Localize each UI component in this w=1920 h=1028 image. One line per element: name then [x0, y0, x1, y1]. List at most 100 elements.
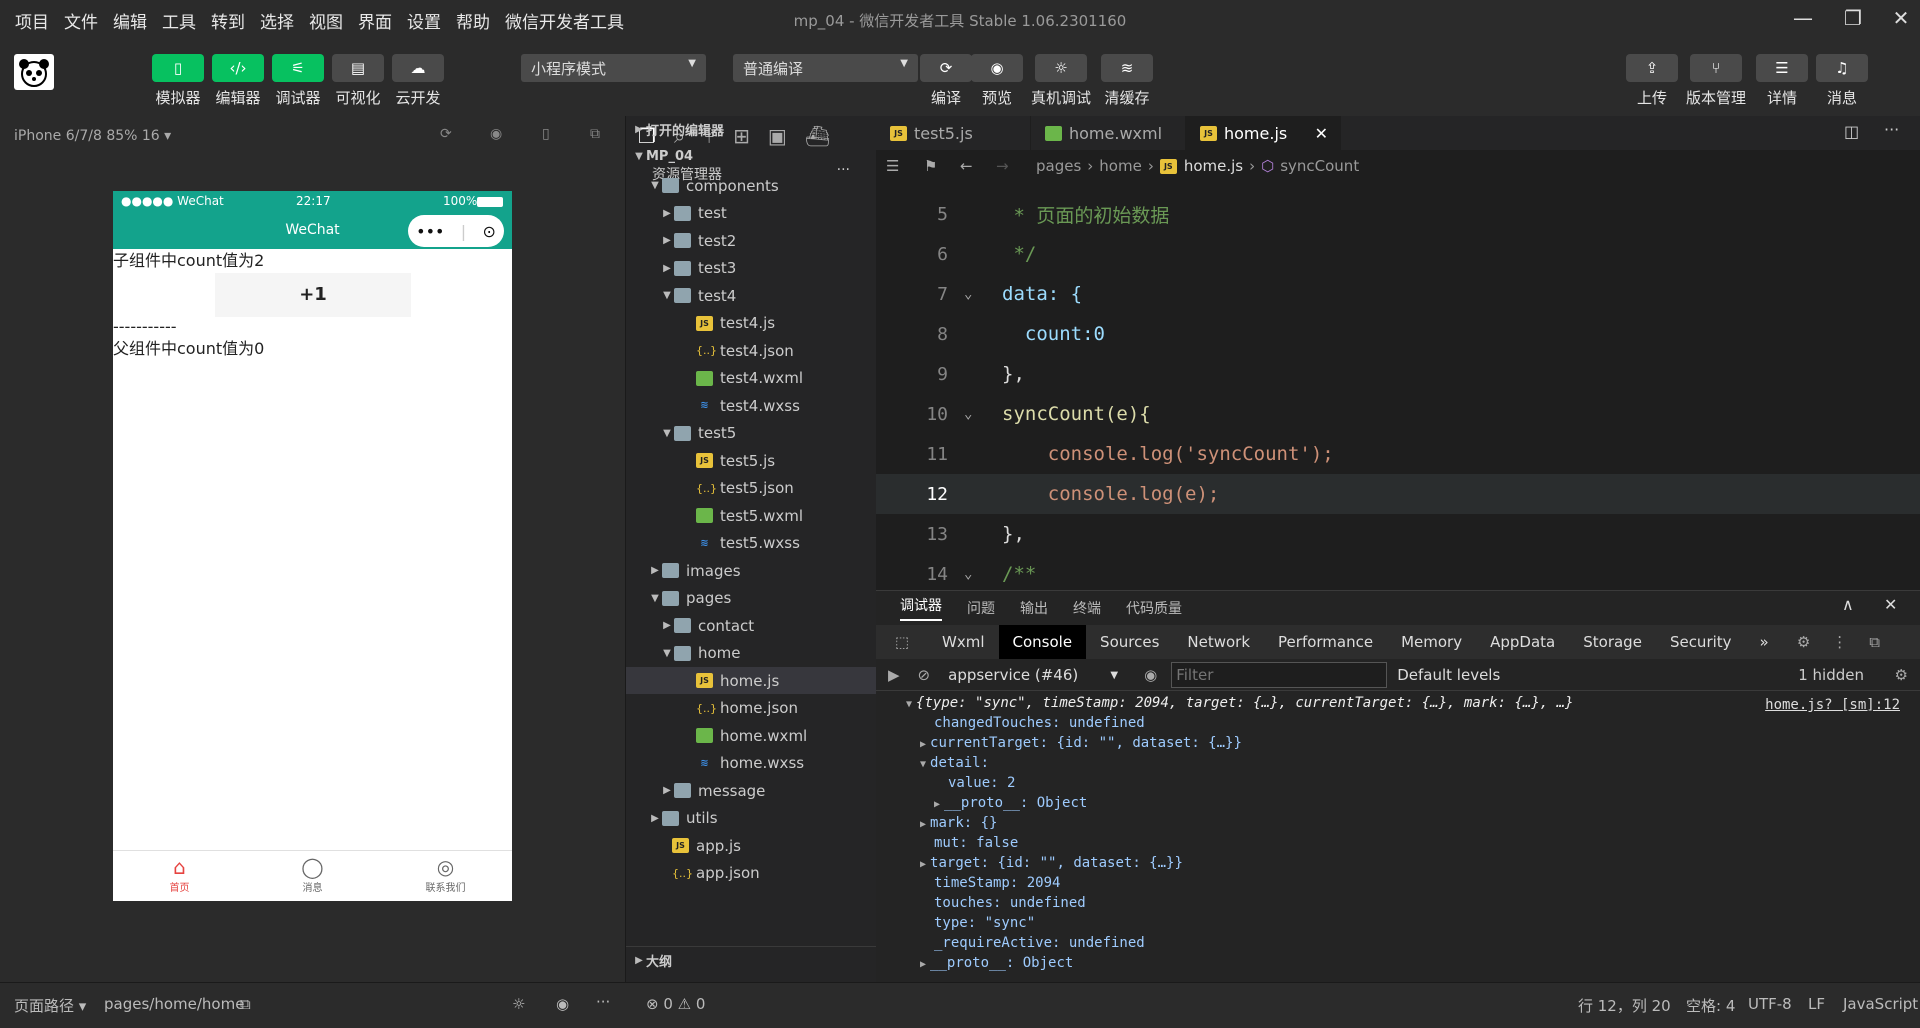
- code-line[interactable]: 6 */: [876, 234, 1920, 274]
- bookmark-icon[interactable]: ⚑: [924, 157, 937, 175]
- avatar[interactable]: [14, 54, 54, 90]
- folder-item[interactable]: ▼ test4: [626, 282, 876, 309]
- levels-select[interactable]: Default levels: [1397, 666, 1500, 684]
- more-tabs-icon[interactable]: »: [1746, 625, 1783, 659]
- editor-tab[interactable]: JS home.js ✕: [1186, 116, 1341, 150]
- plus-one-button[interactable]: +1: [215, 273, 411, 317]
- code-line[interactable]: 10 syncCount(e){⌄: [876, 394, 1920, 434]
- eol[interactable]: LF: [1808, 995, 1825, 1013]
- device-select[interactable]: iPhone 6/7/8 85% 16 ▾: [14, 128, 171, 144]
- capsule-menu[interactable]: ••• | ⊙: [408, 215, 504, 247]
- file-item[interactable]: test4.wxml: [626, 365, 876, 392]
- source-link[interactable]: home.js? [sm]:12: [1765, 697, 1900, 717]
- toolbar-button-debug[interactable]: ⚟ 调试器: [266, 54, 330, 108]
- code-line[interactable]: 7 data: {⌄: [876, 274, 1920, 314]
- problems-count[interactable]: ⊗ 0 ⚠ 0: [646, 995, 705, 1013]
- file-item[interactable]: ≋ test5.wxss: [626, 530, 876, 557]
- stop-icon[interactable]: ◉: [490, 126, 502, 142]
- eye-icon[interactable]: ◉: [1144, 666, 1157, 684]
- file-item[interactable]: JS home.js: [626, 667, 876, 694]
- log-line[interactable]: ▶ target: {id: "", dataset: {…}}: [920, 855, 1183, 875]
- open-editors-section[interactable]: ▶ 打开的编辑器: [626, 116, 876, 143]
- clear-icon[interactable]: ⊘: [918, 666, 931, 684]
- code-line[interactable]: 4/: [876, 182, 1920, 194]
- console-tab[interactable]: AppData: [1476, 625, 1569, 659]
- back-icon[interactable]: ←: [960, 157, 973, 175]
- collapse-icon[interactable]: ∧: [1842, 595, 1854, 614]
- minimize-icon[interactable]: —: [1788, 6, 1818, 34]
- file-item[interactable]: {..} app.json: [626, 860, 876, 887]
- log-line[interactable]: ▶ currentTarget: {id: "", dataset: {…}}: [920, 735, 1242, 755]
- toolbar-button-menu[interactable]: ☰ 详情: [1750, 54, 1814, 108]
- debug-tab[interactable]: 调试器: [900, 595, 942, 621]
- console-tab[interactable]: Wxml: [928, 625, 999, 659]
- bug-icon[interactable]: ☼: [512, 995, 525, 1013]
- file-item[interactable]: {..} test4.json: [626, 337, 876, 364]
- toolbar-button-layout[interactable]: ▤ 可视化: [326, 54, 390, 108]
- filter-input[interactable]: [1171, 661, 1388, 688]
- code-line[interactable]: 8 count:0: [876, 314, 1920, 354]
- forward-icon[interactable]: →: [996, 157, 1009, 175]
- code-line[interactable]: 11 console.log('syncCount');: [876, 434, 1920, 474]
- log-line[interactable]: ▼ detail:: [920, 755, 989, 775]
- file-item[interactable]: {..} test5.json: [626, 475, 876, 502]
- debug-tab[interactable]: 问题: [967, 598, 995, 618]
- menu-item[interactable]: 微信开发者工具: [505, 8, 624, 33]
- editor-tab[interactable]: home.wxml: [1031, 116, 1186, 150]
- menu-item[interactable]: 项目: [15, 8, 49, 33]
- device-icon[interactable]: ▯: [542, 126, 550, 142]
- folder-item[interactable]: ▼ home: [626, 640, 876, 667]
- menu-item[interactable]: 视图: [309, 8, 343, 33]
- toolbar-button-code[interactable]: ‹/› 编辑器: [206, 54, 270, 108]
- close-tab-icon[interactable]: ✕: [1315, 124, 1328, 143]
- file-item[interactable]: test5.wxml: [626, 502, 876, 529]
- menu-item[interactable]: 设置: [407, 8, 441, 33]
- close-panel-icon[interactable]: ✕: [1884, 595, 1897, 614]
- folder-item[interactable]: ▶ contact: [626, 612, 876, 639]
- file-item[interactable]: ≋ test4.wxss: [626, 392, 876, 419]
- menu-item[interactable]: 帮助: [456, 8, 490, 33]
- popout-icon[interactable]: ⧉: [590, 126, 600, 142]
- toolbar-button-layers[interactable]: ≋ 清缓存: [1095, 54, 1159, 108]
- file-item[interactable]: JS test5.js: [626, 447, 876, 474]
- file-item[interactable]: JS test4.js: [626, 310, 876, 337]
- copy-icon[interactable]: ⧉: [240, 995, 251, 1013]
- menu-item[interactable]: 界面: [358, 8, 392, 33]
- fold-icon[interactable]: ⌄: [964, 406, 972, 422]
- settings-icon[interactable]: ⚙: [1895, 666, 1908, 684]
- console-tab[interactable]: Memory: [1387, 625, 1476, 659]
- toolbar-button-upload[interactable]: ⇪ 上传: [1620, 54, 1684, 108]
- toolbar-button-bug[interactable]: ☼ 真机调试: [1029, 54, 1093, 108]
- context-select[interactable]: appservice (#46) ▼: [948, 666, 1118, 684]
- log-line[interactable]: ▼ {type: "sync", timeStamp: 2094, target:…: [906, 695, 1573, 715]
- file-item[interactable]: home.wxml: [626, 722, 876, 749]
- menu-item[interactable]: 转到: [211, 8, 245, 33]
- more-icon[interactable]: ···: [1884, 120, 1899, 139]
- log-line[interactable]: ▶ __proto__: Object: [920, 955, 1073, 975]
- toolbar-button-phone[interactable]: ▯ 模拟器: [146, 54, 210, 108]
- code-line[interactable]: 12 console.log(e);: [876, 474, 1920, 514]
- folder-item[interactable]: ▶ message: [626, 777, 876, 804]
- more-icon[interactable]: ···: [596, 993, 610, 1011]
- console-tab[interactable]: Storage: [1569, 625, 1656, 659]
- path-select[interactable]: 页面路径 ▾: [14, 995, 86, 1016]
- folder-item[interactable]: ▼ pages: [626, 585, 876, 612]
- code-line[interactable]: 14/** ⌄: [876, 554, 1920, 590]
- toolbar-button-branch[interactable]: ⑂ 版本管理: [1684, 54, 1748, 108]
- folder-item[interactable]: ▶ test2: [626, 227, 876, 254]
- toolbar-button-cloud[interactable]: ☁ 云开发: [386, 54, 450, 108]
- console-tab[interactable]: Security: [1656, 625, 1746, 659]
- sidebar-toggle-icon[interactable]: ▶: [888, 666, 900, 684]
- menu-item[interactable]: 选择: [260, 8, 294, 33]
- folder-item[interactable]: ▶ utils: [626, 805, 876, 832]
- debug-tab[interactable]: 终端: [1073, 598, 1101, 618]
- menu-item[interactable]: 文件: [64, 8, 98, 33]
- file-item[interactable]: {..} home.json: [626, 695, 876, 722]
- code-line[interactable]: 5 * 页面的初始数据: [876, 194, 1920, 234]
- indent-setting[interactable]: 空格: 4: [1686, 995, 1735, 1016]
- encoding[interactable]: UTF-8: [1748, 995, 1792, 1013]
- project-root[interactable]: ▼ MP_04: [626, 143, 876, 170]
- editor-tab[interactable]: JS test5.js: [876, 116, 1031, 150]
- inspect-icon[interactable]: ⬚: [876, 633, 928, 651]
- toolbar-button-bell[interactable]: ♫ 消息: [1810, 54, 1874, 108]
